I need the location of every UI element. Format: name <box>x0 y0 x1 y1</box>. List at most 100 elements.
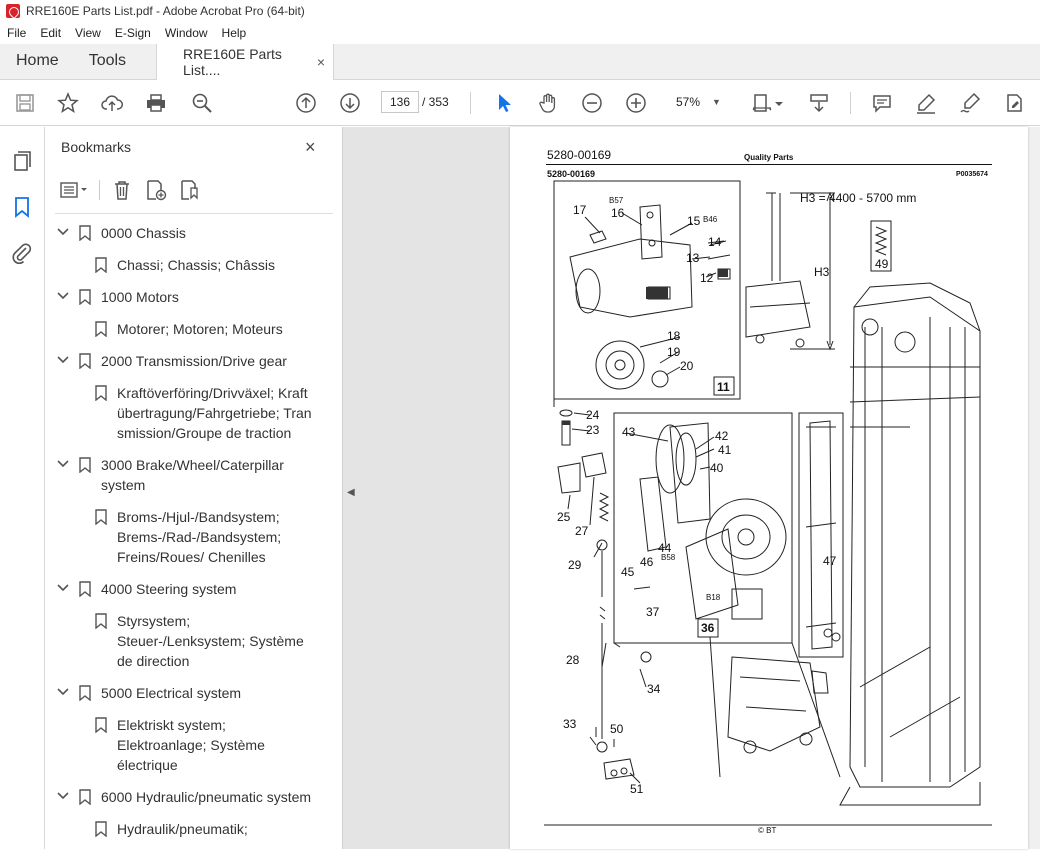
tab-document[interactable]: RRE160E Parts List.... × <box>156 44 335 80</box>
toolbar-divider <box>470 92 471 114</box>
bookmark-item[interactable]: 5000 Electrical system <box>45 683 320 703</box>
bookmark-item[interactable]: 0000 Chassis <box>45 223 320 243</box>
part-callout: 33 <box>563 717 577 731</box>
bookmark-item[interactable]: Motorer; Motoren; Moteurs <box>45 319 320 339</box>
page-number-input[interactable]: 136 <box>381 91 419 113</box>
select-cursor-icon[interactable] <box>491 90 517 116</box>
page-footer: © BT <box>758 826 777 835</box>
save-icon[interactable] <box>12 90 38 116</box>
bookmark-item[interactable]: Elektriskt system; Elektroanlage; Systèm… <box>45 715 320 775</box>
bookmark-item[interactable]: 4000 Steering system <box>45 579 320 599</box>
bookmark-item[interactable]: Styrsystem; Steuer-/Lenksystem; Système … <box>45 611 320 671</box>
part-callout: 42 <box>715 429 729 443</box>
bookmark-item[interactable]: 6000 Hydraulic/pneumatic system <box>45 787 320 807</box>
tab-row: Home Tools RRE160E Parts List.... × <box>0 44 1040 80</box>
bookmark-label: 4000 Steering system <box>101 581 237 597</box>
part-callout: 43 <box>622 425 636 439</box>
bookmark-label: Broms-/Hjul-/Bandsystem; Brems-/Rad-/Ban… <box>117 509 282 565</box>
bookmark-panel-icon[interactable] <box>10 195 34 219</box>
page-fit-icon[interactable] <box>749 90 775 116</box>
tab-home[interactable]: Home <box>0 43 75 79</box>
chevron-down-icon[interactable] <box>57 290 69 302</box>
bookmark-item[interactable]: 1000 Motors <box>45 287 320 307</box>
bookmark-label: Motorer; Motoren; Moteurs <box>117 321 283 337</box>
collapse-panel-icon[interactable]: ◀ <box>347 487 355 498</box>
panel-divider <box>55 213 333 214</box>
zoom-search-icon[interactable] <box>189 90 215 116</box>
bookmark-item[interactable]: Hydraulik/pneumatik; <box>45 819 320 839</box>
part-callout: 29 <box>568 558 582 572</box>
part-callout: 28 <box>566 653 580 667</box>
part-callout: 50 <box>610 722 624 736</box>
title-bar: RRE160E Parts List.pdf - Adobe Acrobat P… <box>0 0 1040 22</box>
menu-view[interactable]: View <box>68 26 108 40</box>
chevron-down-icon[interactable] <box>57 582 69 594</box>
bookmark-icon <box>79 289 91 305</box>
highlight-pen-icon[interactable] <box>913 90 939 116</box>
zoom-level-value: 57% <box>676 95 701 109</box>
bookmark-item[interactable]: Kraftöverföring/Drivväxel; Kraftübertrag… <box>45 383 320 443</box>
tab-tools[interactable]: Tools <box>75 43 156 79</box>
sensor-callout: B58 <box>661 553 676 562</box>
more-tools-icon[interactable] <box>1001 90 1027 116</box>
part-callout: 37 <box>646 605 660 619</box>
chevron-down-icon: ▼ <box>712 97 721 107</box>
delete-trash-icon[interactable] <box>110 178 134 202</box>
bookmark-label: 6000 Hydraulic/pneumatic system <box>101 789 312 805</box>
sign-pen-icon[interactable] <box>957 90 983 116</box>
hand-tool-icon[interactable] <box>535 90 561 116</box>
find-bookmark-icon[interactable] <box>178 178 202 202</box>
bookmark-label: 5000 Electrical system <box>101 685 242 701</box>
zoom-level-select[interactable]: 57% ▼ <box>668 91 730 113</box>
bookmark-item[interactable]: 3000 Brake/Wheel/Caterpillar system <box>45 455 320 495</box>
bookmark-icon <box>95 821 107 837</box>
chevron-down-icon[interactable] <box>57 354 69 366</box>
attachment-paperclip-icon[interactable] <box>10 241 34 265</box>
bookmark-item[interactable]: 2000 Transmission/Drive gear <box>45 351 320 371</box>
menu-esign[interactable]: E-Sign <box>108 26 158 40</box>
chevron-down-icon[interactable] <box>57 790 69 802</box>
zoom-in-icon[interactable] <box>623 90 649 116</box>
chevron-down-icon[interactable] <box>57 458 69 470</box>
star-bookmark-icon[interactable] <box>55 90 81 116</box>
scroll-mode-icon[interactable] <box>806 90 832 116</box>
print-icon[interactable] <box>143 90 169 116</box>
bookmarks-title: Bookmarks <box>61 139 132 155</box>
bookmark-label: Elektriskt system; Elektroanlage; Systèm… <box>117 717 265 773</box>
menu-window[interactable]: Window <box>158 26 215 40</box>
part-callout: 20 <box>680 359 694 373</box>
sensor-callout: B18 <box>706 593 721 602</box>
tab-close-icon[interactable]: × <box>317 54 325 70</box>
next-page-icon[interactable] <box>337 90 363 116</box>
acrobat-logo-icon <box>6 4 20 18</box>
bookmark-icon <box>79 353 91 369</box>
part-callout: 41 <box>718 443 732 457</box>
chevron-down-icon[interactable] <box>57 686 69 698</box>
comment-icon[interactable] <box>869 90 895 116</box>
previous-page-icon[interactable] <box>293 90 319 116</box>
toolbar-divider <box>99 180 100 200</box>
part-callout: 17 <box>573 203 587 217</box>
zoom-out-icon[interactable] <box>579 90 605 116</box>
part-callout: 19 <box>667 345 681 359</box>
bookmark-label: 0000 Chassis <box>101 225 186 241</box>
document-scrollbar[interactable] <box>1028 127 1040 849</box>
part-callout: 23 <box>586 423 600 437</box>
bookmark-item[interactable]: Broms-/Hjul-/Bandsystem; Brems-/Rad-/Ban… <box>45 507 320 567</box>
part-callout: 46 <box>640 555 654 569</box>
bookmark-icon <box>95 385 107 401</box>
detail-box-label: 36 <box>701 621 715 635</box>
sensor-callout: B46 <box>703 215 718 224</box>
new-bookmark-icon[interactable] <box>144 178 168 202</box>
menu-edit[interactable]: Edit <box>33 26 68 40</box>
bookmark-label: Styrsystem; Steuer-/Lenksystem; Système … <box>117 613 304 669</box>
options-menu-icon[interactable] <box>59 178 87 202</box>
chevron-down-icon[interactable] <box>57 226 69 238</box>
page-thumbnails-icon[interactable] <box>10 149 34 173</box>
close-icon[interactable]: × <box>305 137 316 158</box>
page-fit-dropdown-icon[interactable] <box>773 90 785 116</box>
bookmark-item[interactable]: Chassi; Chassis; Châssis <box>45 255 320 275</box>
upload-cloud-icon[interactable] <box>99 90 125 116</box>
menu-file[interactable]: File <box>0 26 33 40</box>
menu-help[interactable]: Help <box>215 26 254 40</box>
